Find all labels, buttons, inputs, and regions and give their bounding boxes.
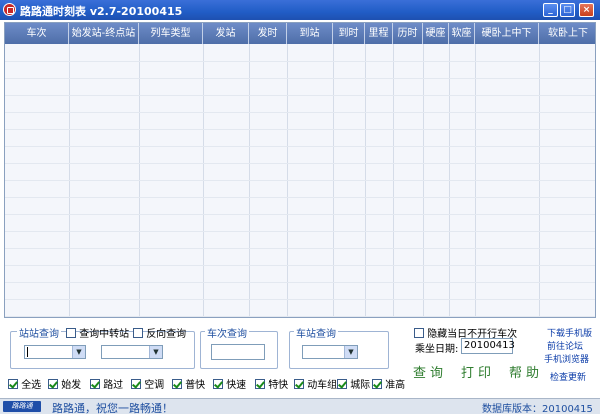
forum-link[interactable]: 前往论坛 [547,339,583,352]
filter-intercity-checkbox[interactable] [337,379,347,389]
filter-emu-checkbox[interactable] [294,379,304,389]
title-bar: 路路通时刻表 v2.7-20100415 _ □ × [0,0,600,20]
filter-emu-label: 动车组 [307,380,338,391]
filter-intercity-label: 城际 [350,380,371,391]
check-update-link[interactable]: 检查更新 [550,370,586,383]
filter-quasi-high-speed[interactable]: 准高 [372,376,405,391]
download-mobile-link[interactable]: 下载手机版 [547,326,592,339]
chevron-down-icon[interactable]: ▼ [149,346,162,358]
grid-row-line [5,316,595,317]
filter-quasi-high-speed-label: 准高 [385,380,406,391]
grid-row-line [5,231,595,232]
col-header-soft-sleeper[interactable]: 软卧上下 [539,23,595,44]
filter-ordinary-express-label: 普快 [185,380,206,391]
grid-row-line [5,214,595,215]
mobile-browser-link[interactable]: 手机浏览器 [544,352,589,365]
filter-all-checkbox[interactable] [8,379,18,389]
filter-fast-label: 快速 [226,380,247,391]
hide-not-running-checkbox[interactable] [414,328,424,338]
col-header-mileage[interactable]: 里程 [365,23,393,44]
close-button[interactable]: × [579,3,594,17]
transfer-label: 查询中转站 [79,329,130,340]
col-header-depart-time[interactable]: 发时 [249,23,287,44]
filter-ordinary-express[interactable]: 普快 [172,376,205,391]
grid-row-line [5,299,595,300]
col-header-arrive-time[interactable]: 到时 [333,23,365,44]
grid-row-line [5,112,595,113]
filter-origin[interactable]: 始发 [48,376,81,391]
station-lookup-combo[interactable]: ▼ [302,345,358,359]
grid-row-line [5,78,595,79]
filter-emu[interactable]: 动车组 [294,376,337,391]
date-input[interactable]: 20100413 [461,338,515,354]
chevron-down-icon[interactable]: ▼ [344,346,357,358]
status-logo: 路路通 [3,401,41,412]
filter-ordinary-express-checkbox[interactable] [172,379,182,389]
filter-passing[interactable]: 路过 [90,376,123,391]
filter-express-label: 特快 [268,380,289,391]
from-station-combo[interactable]: ▼ [24,345,86,359]
station-lookup-label: 车站查询 [294,325,338,340]
grid-row-line [5,95,595,96]
filter-ac[interactable]: 空调 [131,376,164,391]
status-bar: 路路通 路路通，祝您一路畅通！ 数据库版本：20100415 [0,398,600,414]
col-header-duration[interactable]: 历时 [393,23,423,44]
help-button[interactable]: 帮助 [509,362,543,381]
train-number-input[interactable] [211,344,265,360]
status-message: 路路通，祝您一路畅通！ [52,402,173,414]
filter-fast[interactable]: 快速 [213,376,246,391]
date-label: 乘坐日期: [415,344,459,355]
filter-fast-checkbox[interactable] [213,379,223,389]
station-query-label: 站站查询 [17,325,61,340]
window-title: 路路通时刻表 v2.7-20100415 [20,5,183,18]
filter-intercity[interactable]: 城际 [337,376,370,391]
col-header-soft-seat[interactable]: 软座 [449,23,475,44]
to-station-combo[interactable]: ▼ [101,345,163,359]
col-header-route[interactable]: 始发站-终点站 [69,23,139,44]
grid-row-line [5,146,595,147]
filter-ac-checkbox[interactable] [131,379,141,389]
text-caret [27,347,28,357]
col-header-arrive-station[interactable]: 到站 [287,23,333,44]
grid-row-line [5,129,595,130]
filter-ac-label: 空调 [144,380,165,391]
filter-origin-checkbox[interactable] [48,379,58,389]
database-version: 数据库版本：20100415 [482,404,593,414]
filter-express-checkbox[interactable] [255,379,265,389]
grid-row-line [5,163,595,164]
filter-all-label: 全选 [21,380,42,391]
grid-row-line [5,282,595,283]
query-button[interactable]: 查询 [413,362,447,381]
filter-origin-label: 始发 [61,380,82,391]
col-header-train-no[interactable]: 车次 [5,23,69,44]
col-header-hard-sleeper[interactable]: 硬卧上中下 [475,23,539,44]
grid-row-line [5,180,595,181]
filter-all[interactable]: 全选 [8,376,41,391]
train-query-label: 车次查询 [205,325,249,340]
filter-passing-checkbox[interactable] [90,379,100,389]
filter-express[interactable]: 特快 [255,376,288,391]
filter-quasi-high-speed-checkbox[interactable] [372,379,382,389]
grid-row-line [5,248,595,249]
col-header-depart-station[interactable]: 发站 [203,23,249,44]
reverse-checkbox-row[interactable]: 反向查询 [133,325,186,340]
col-header-hard-seat[interactable]: 硬座 [423,23,449,44]
reverse-label: 反向查询 [146,329,187,340]
timetable-grid[interactable]: 车次 始发站-终点站 列车类型 发站 发时 到站 到时 里程 历时 硬座 软座 … [4,22,596,318]
filter-passing-label: 路过 [103,380,124,391]
grid-row-line [5,265,595,266]
grid-row-line [5,197,595,198]
grid-row-line [5,61,595,62]
transfer-checkbox-row[interactable]: 查询中转站 [66,325,129,340]
col-header-train-type[interactable]: 列车类型 [139,23,203,44]
print-button[interactable]: 打印 [461,362,495,381]
minimize-button[interactable]: _ [543,3,558,17]
app-logo-icon [3,3,16,16]
reverse-checkbox[interactable] [133,328,143,338]
chevron-down-icon[interactable]: ▼ [72,346,85,358]
transfer-checkbox[interactable] [66,328,76,338]
grid-header: 车次 始发站-终点站 列车类型 发站 发时 到站 到时 里程 历时 硬座 软座 … [5,23,595,44]
maximize-button[interactable]: □ [560,3,575,17]
